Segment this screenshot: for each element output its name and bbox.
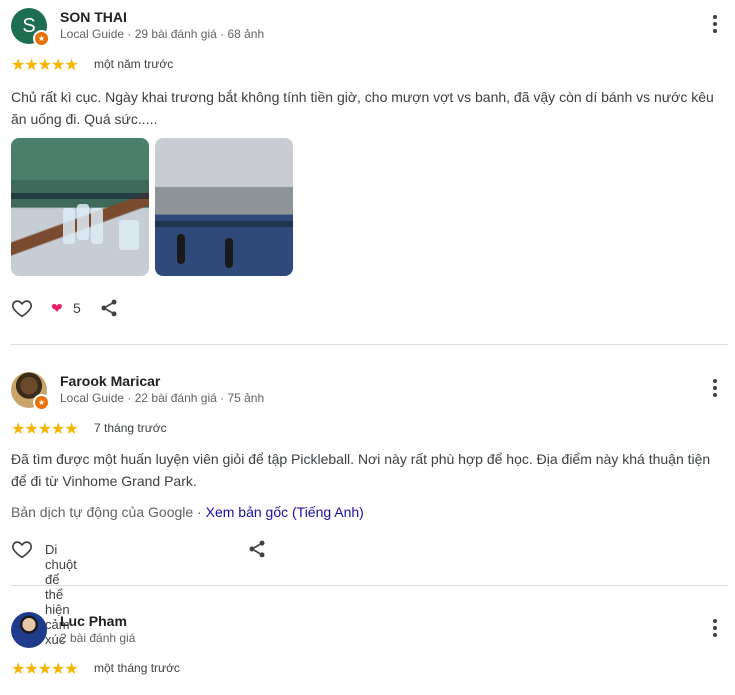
reviewer-name[interactable]: Luc Pham — [60, 613, 127, 629]
like-heart-icon[interactable] — [11, 297, 33, 319]
view-original-link[interactable]: Xem bản gốc (Tiếng Anh) — [206, 504, 364, 520]
more-options-icon[interactable] — [705, 376, 725, 400]
reviewer-name[interactable]: Farook Maricar — [60, 373, 160, 389]
reviewer-meta[interactable]: 2 bài đánh giá — [60, 631, 135, 645]
reviewer-meta[interactable]: Local Guide · 29 bài đánh giá · 68 ảnh — [60, 27, 264, 41]
translation-prefix: Bản dịch tự động của Google · — [11, 504, 206, 520]
more-options-icon[interactable] — [705, 12, 725, 36]
review-text: Đã tìm được một huấn luyện viên giỏi để … — [11, 451, 711, 489]
local-guide-badge-icon: ★ — [33, 30, 50, 47]
more-options-icon[interactable] — [705, 616, 725, 640]
star-rating: ★★★★★ — [11, 57, 79, 74]
review-date: một tháng trước — [94, 661, 180, 675]
reaction-heart-icon[interactable]: ❤ — [51, 300, 63, 317]
reviewer-meta[interactable]: Local Guide · 22 bài đánh giá · 75 ảnh — [60, 391, 264, 405]
divider — [11, 344, 728, 345]
avatar[interactable]: S ★ — [11, 8, 50, 47]
reaction-count: 5 — [73, 300, 81, 316]
local-guide-badge-icon: ★ — [33, 394, 50, 411]
avatar[interactable] — [11, 612, 47, 648]
like-heart-icon[interactable] — [11, 538, 33, 560]
star-rating: ★★★★★ — [11, 421, 79, 438]
avatar[interactable]: ★ — [11, 372, 50, 411]
review-photo[interactable] — [11, 138, 149, 276]
share-icon[interactable] — [99, 298, 119, 318]
divider — [11, 585, 728, 586]
review-date: một năm trước — [94, 57, 174, 71]
share-icon[interactable] — [247, 539, 267, 559]
translation-note: Bản dịch tự động của Google · Xem bản gố… — [11, 504, 364, 520]
review-date: 7 tháng trước — [94, 421, 167, 435]
review-text: Chủ rất kì cục. Ngày khai trương bắt khô… — [11, 89, 714, 127]
reviewer-name[interactable]: SON THAI — [60, 9, 127, 25]
review-photo[interactable] — [155, 138, 293, 276]
star-rating: ★★★★★ — [11, 661, 79, 678]
